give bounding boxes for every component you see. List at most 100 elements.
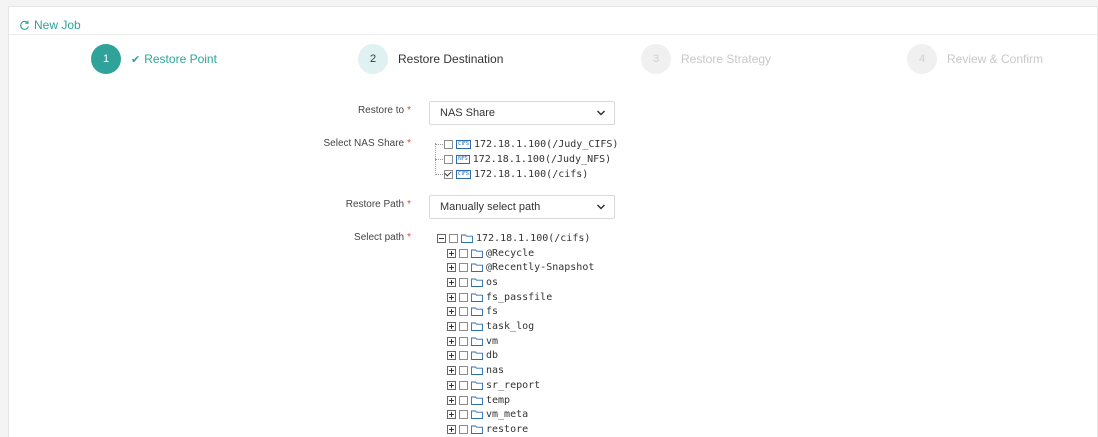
- share-path: 172.18.1.100(/cifs): [473, 168, 589, 180]
- restore-path-select[interactable]: Manually select path: [429, 195, 615, 219]
- tree-item[interactable]: vm_meta: [447, 408, 528, 422]
- checkbox[interactable]: [459, 410, 468, 420]
- tree-label: fs: [486, 306, 499, 318]
- checkbox[interactable]: [459, 263, 468, 273]
- expand-icon[interactable]: [447, 410, 456, 420]
- checkbox[interactable]: [444, 154, 453, 164]
- tree-label: temp: [486, 394, 511, 406]
- nfs-icon: NFS: [456, 154, 470, 164]
- tree-item[interactable]: sr_report: [447, 378, 540, 392]
- tree-label: vm_meta: [486, 409, 529, 421]
- expand-icon[interactable]: [447, 424, 456, 434]
- expand-icon[interactable]: [447, 322, 456, 331]
- expand-icon[interactable]: [447, 336, 456, 346]
- step-restore-point[interactable]: 1 ✔ Restore Point: [91, 44, 217, 74]
- chevron-down-icon: [596, 110, 606, 116]
- step-label: Review & Confirm: [947, 52, 1044, 66]
- folder-icon: [471, 293, 483, 302]
- expand-icon[interactable]: [447, 263, 456, 273]
- share-path: 172.18.1.100(/Judy_NFS): [472, 153, 612, 165]
- checkbox[interactable]: [459, 248, 468, 258]
- tree-item[interactable]: restore: [447, 422, 528, 436]
- step-number: 4: [907, 44, 937, 74]
- tree-item[interactable]: fs: [447, 305, 498, 319]
- tree-label: 172.18.1.100(/cifs): [476, 232, 591, 244]
- checkbox[interactable]: [459, 277, 468, 287]
- expand-icon[interactable]: [447, 351, 456, 361]
- tree-root[interactable]: 172.18.1.100(/cifs): [437, 231, 590, 245]
- checkbox[interactable]: [459, 380, 468, 390]
- expand-icon[interactable]: [447, 248, 456, 258]
- folder-icon: [471, 249, 483, 258]
- nas-share-item[interactable]: CIFS 172.18.1.100(/cifs): [435, 167, 588, 181]
- folder-icon: [471, 337, 483, 346]
- check-icon: ✔: [131, 53, 141, 66]
- expand-icon[interactable]: [447, 277, 456, 287]
- checkbox[interactable]: [459, 307, 468, 317]
- folder-icon: [471, 396, 483, 405]
- checkbox[interactable]: [459, 292, 468, 302]
- tree-item[interactable]: os: [447, 275, 498, 289]
- folder-icon: [461, 234, 473, 243]
- checkbox[interactable]: [459, 351, 468, 361]
- step-number: 2: [358, 44, 388, 74]
- folder-icon: [471, 307, 483, 317]
- collapse-icon[interactable]: [437, 233, 446, 243]
- tree-item[interactable]: @Recently-Snapshot: [447, 261, 594, 275]
- new-job-panel: New Job 1 ✔ Restore Point 2 Restore Dest…: [8, 6, 1098, 437]
- tree-label: nas: [486, 365, 505, 377]
- expand-icon[interactable]: [447, 307, 456, 317]
- tree-label: os: [486, 276, 499, 288]
- step-restore-destination[interactable]: 2 Restore Destination: [358, 44, 503, 74]
- expand-icon[interactable]: [447, 380, 456, 390]
- tree-item[interactable]: fs_passfile: [447, 290, 552, 304]
- folder-icon: [471, 381, 483, 390]
- checkbox[interactable]: [449, 233, 458, 243]
- checkbox[interactable]: [459, 424, 468, 434]
- expand-icon[interactable]: [447, 366, 456, 376]
- folder-icon: [471, 425, 483, 434]
- checkbox[interactable]: [459, 395, 468, 405]
- expand-icon[interactable]: [447, 395, 456, 405]
- restore-to-select[interactable]: NAS Share: [429, 101, 615, 125]
- tree-item[interactable]: temp: [447, 393, 510, 407]
- step-number: 3: [641, 44, 671, 74]
- header-divider: [9, 34, 1097, 35]
- tree-item[interactable]: vm: [447, 334, 498, 348]
- checkbox[interactable]: [459, 336, 468, 346]
- step-label: Restore Destination: [398, 52, 504, 66]
- step-restore-strategy: 3 Restore Strategy: [641, 44, 771, 74]
- restore-path-value: Manually select path: [440, 201, 541, 213]
- step-label: Restore Point: [144, 52, 217, 66]
- step-number: 1: [91, 44, 121, 74]
- tree-label: sr_report: [486, 379, 541, 391]
- expand-icon[interactable]: [447, 292, 456, 302]
- nas-share-item[interactable]: NFS 172.18.1.100(/Judy_NFS): [435, 152, 611, 166]
- tree-label: fs_passfile: [486, 291, 553, 303]
- nas-share-item[interactable]: CIFS 172.18.1.100(/Judy_CIFS): [435, 137, 618, 151]
- checkbox[interactable]: [459, 366, 468, 376]
- folder-icon: [471, 410, 483, 420]
- restore-path-label: Restore Path *: [345, 199, 411, 210]
- tree-item[interactable]: @Recycle: [447, 246, 534, 260]
- tree-label: restore: [486, 423, 529, 435]
- folder-icon: [471, 366, 483, 376]
- checkbox[interactable]: [444, 139, 453, 149]
- tree-label: @Recycle: [486, 247, 535, 259]
- tree-item[interactable]: task_log: [447, 320, 534, 334]
- checkbox-checked[interactable]: [444, 169, 453, 179]
- cifs-icon: CIFS: [456, 169, 471, 179]
- checkbox[interactable]: [459, 322, 468, 331]
- step-label: Restore Strategy: [681, 52, 772, 66]
- tree-item[interactable]: db: [447, 349, 498, 363]
- new-job-link[interactable]: New Job: [19, 15, 81, 35]
- cifs-icon: CIFS: [456, 139, 471, 149]
- restore-to-label: Restore to *: [357, 105, 411, 116]
- chevron-down-icon: [596, 204, 606, 210]
- tree-item[interactable]: nas: [447, 364, 504, 378]
- select-path-label: Select path *: [354, 232, 411, 243]
- restore-to-value: NAS Share: [440, 107, 496, 119]
- step-review-confirm: 4 Review & Confirm: [907, 44, 1043, 74]
- refresh-icon: [20, 20, 29, 30]
- tree-label: vm: [486, 335, 499, 347]
